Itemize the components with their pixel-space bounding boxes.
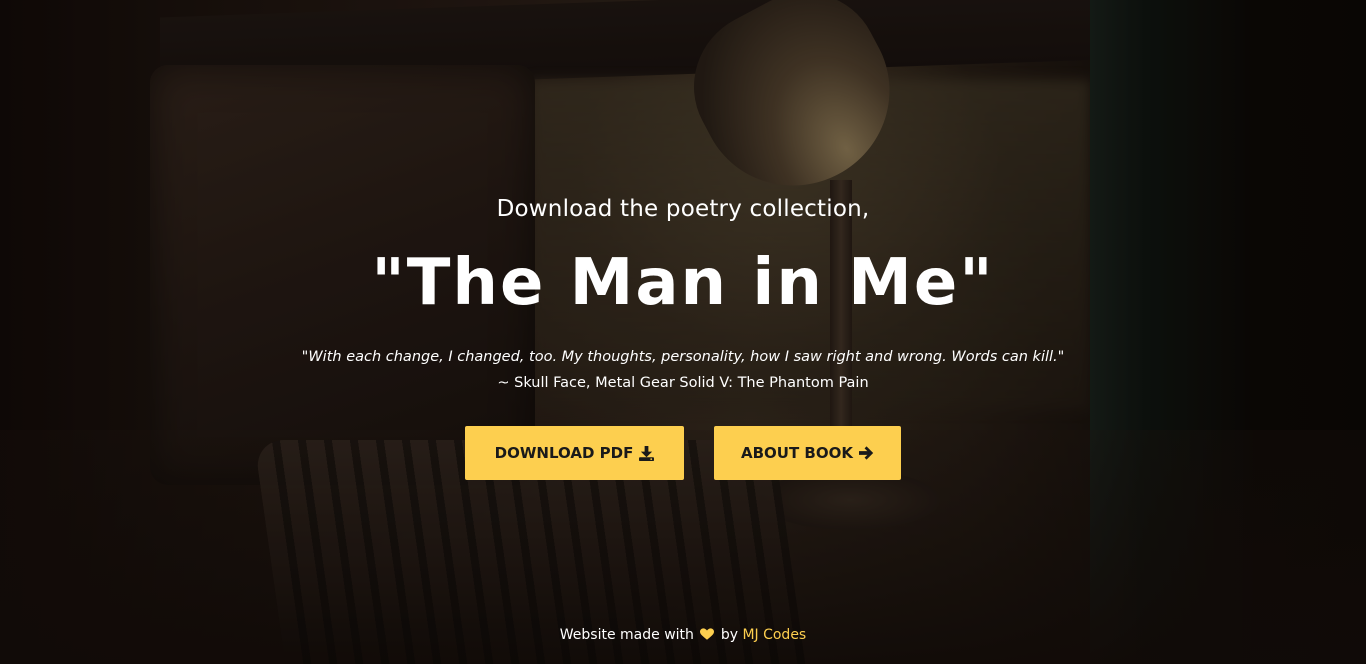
author-link[interactable]: MJ Codes — [742, 627, 806, 643]
hero-subtitle: Download the poetry collection, — [496, 196, 870, 222]
footer-prefix: Website made with — [559, 627, 694, 643]
arrow-right-icon — [859, 446, 874, 460]
download-icon — [639, 445, 655, 461]
about-book-button[interactable]: ABOUT BOOK — [714, 426, 901, 480]
hero-quote: "With each change, I changed, too. My th… — [301, 349, 1065, 365]
quote-author: ~ Skull Face, Metal Gear Solid V: The Ph… — [497, 375, 869, 391]
hero-content: Download the poetry collection, "The Man… — [0, 0, 1366, 664]
heart-icon — [700, 628, 715, 645]
download-pdf-label: DOWNLOAD PDF — [494, 444, 634, 462]
download-pdf-button[interactable]: DOWNLOAD PDF — [465, 426, 684, 480]
about-book-label: ABOUT BOOK — [741, 444, 853, 462]
footer-by: by — [720, 627, 738, 643]
footer: Website made with by MJ Codes — [0, 627, 1366, 645]
hero-section: Download the poetry collection, "The Man… — [0, 0, 1366, 664]
book-title: "The Man in Me" — [371, 246, 995, 320]
